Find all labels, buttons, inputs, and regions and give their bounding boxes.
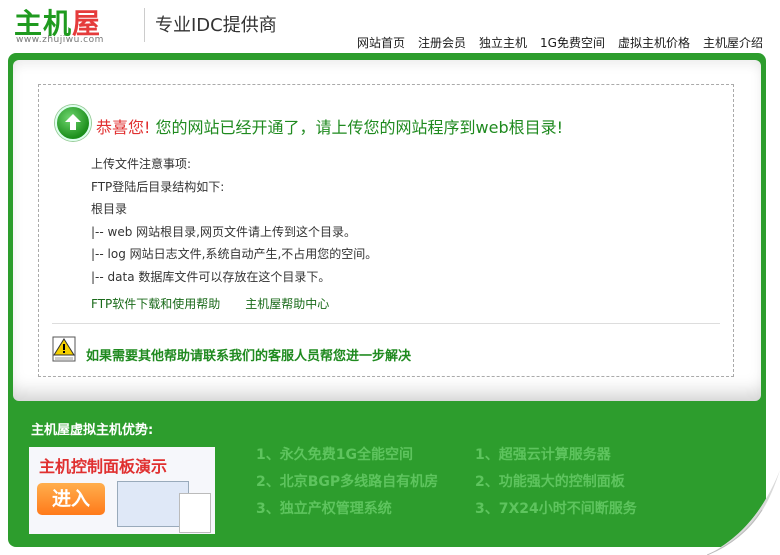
support-message: 如果需要其他帮助请联系我们的客服人员帮您进一步解决 [86, 349, 412, 364]
feature-item: 3、独立产权管理系统 [256, 501, 392, 517]
upload-notes: 上传文件注意事项: FTP登陆后目录结构如下: 根目录 |-- web 网站根目… [91, 153, 377, 288]
document-icon [179, 493, 211, 533]
note-line: |-- log 网站日志文件,系统自动产生,不占用您的空间。 [91, 247, 378, 261]
note-line: |-- web 网站根目录,网页文件请上传到这个目录。 [91, 224, 356, 239]
feature-item: 2、北京BGP多线路自有机房 [256, 474, 439, 490]
success-headline: 恭喜您! 您的网站已经开通了，请上传您的网站程序到web根目录! [96, 114, 563, 138]
greeting: 恭喜您! [96, 118, 151, 137]
feature-item: 2、功能强大的控制面板 [475, 474, 625, 490]
top-nav: 网站首页 注册会员 独立主机 1G免费空间 虚拟主机价格 主机屋介绍 [357, 34, 763, 51]
features-left: 1、永久免费1G全能空间 2、北京BGP多线路自有机房 3、独立产权管理系统 [256, 442, 438, 523]
header-divider [144, 8, 145, 42]
note-line: 根目录 [91, 202, 128, 216]
feature-item: 1、超强云计算服务器 [475, 447, 611, 463]
nav-register[interactable]: 注册会员 [418, 34, 466, 51]
nav-dedicated[interactable]: 独立主机 [479, 34, 527, 51]
advantages-title: 主机屋虚拟主机优势: [31, 423, 154, 438]
logo-url: www.zhujiwu.com [16, 35, 104, 45]
slogan: 专业IDC提供商 [155, 15, 277, 36]
features-right: 1、超强云计算服务器 2、功能强大的控制面板 3、7X24小时不间断服务 [475, 442, 637, 523]
page-curl-decoration [707, 470, 780, 555]
nav-about[interactable]: 主机屋介绍 [703, 34, 763, 51]
nav-free-space[interactable]: 1G免费空间 [540, 34, 605, 51]
help-links: FTP软件下载和使用帮助 主机屋帮助中心 [91, 295, 329, 312]
up-arrow-icon [55, 105, 91, 141]
note-line: FTP登陆后目录结构如下: [91, 179, 225, 194]
note-line: 上传文件注意事项: [91, 157, 192, 171]
feature-item: 1、永久免费1G全能空间 [256, 447, 413, 463]
feature-item: 3、7X24小时不间断服务 [475, 501, 637, 517]
separator [52, 323, 720, 324]
nav-pricing[interactable]: 虚拟主机价格 [618, 34, 690, 51]
control-panel-demo-banner[interactable]: 主机控制面板演示 进入 [29, 447, 215, 534]
headline-text: 您的网站已经开通了，请上传您的网站程序到web根目录! [150, 118, 564, 137]
help-center-link[interactable]: 主机屋帮助中心 [245, 295, 329, 312]
warning-icon [52, 336, 76, 362]
ftp-help-link[interactable]: FTP软件下载和使用帮助 [91, 295, 220, 312]
demo-title: 主机控制面板演示 [39, 457, 168, 476]
nav-home[interactable]: 网站首页 [357, 34, 405, 51]
enter-button[interactable]: 进入 [37, 483, 105, 515]
note-line: |-- data 数据库文件可以存放在这个目录下。 [91, 269, 331, 284]
header: 主机屋 www.zhujiwu.com 专业IDC提供商 网站首页 注册会员 独… [0, 0, 780, 52]
